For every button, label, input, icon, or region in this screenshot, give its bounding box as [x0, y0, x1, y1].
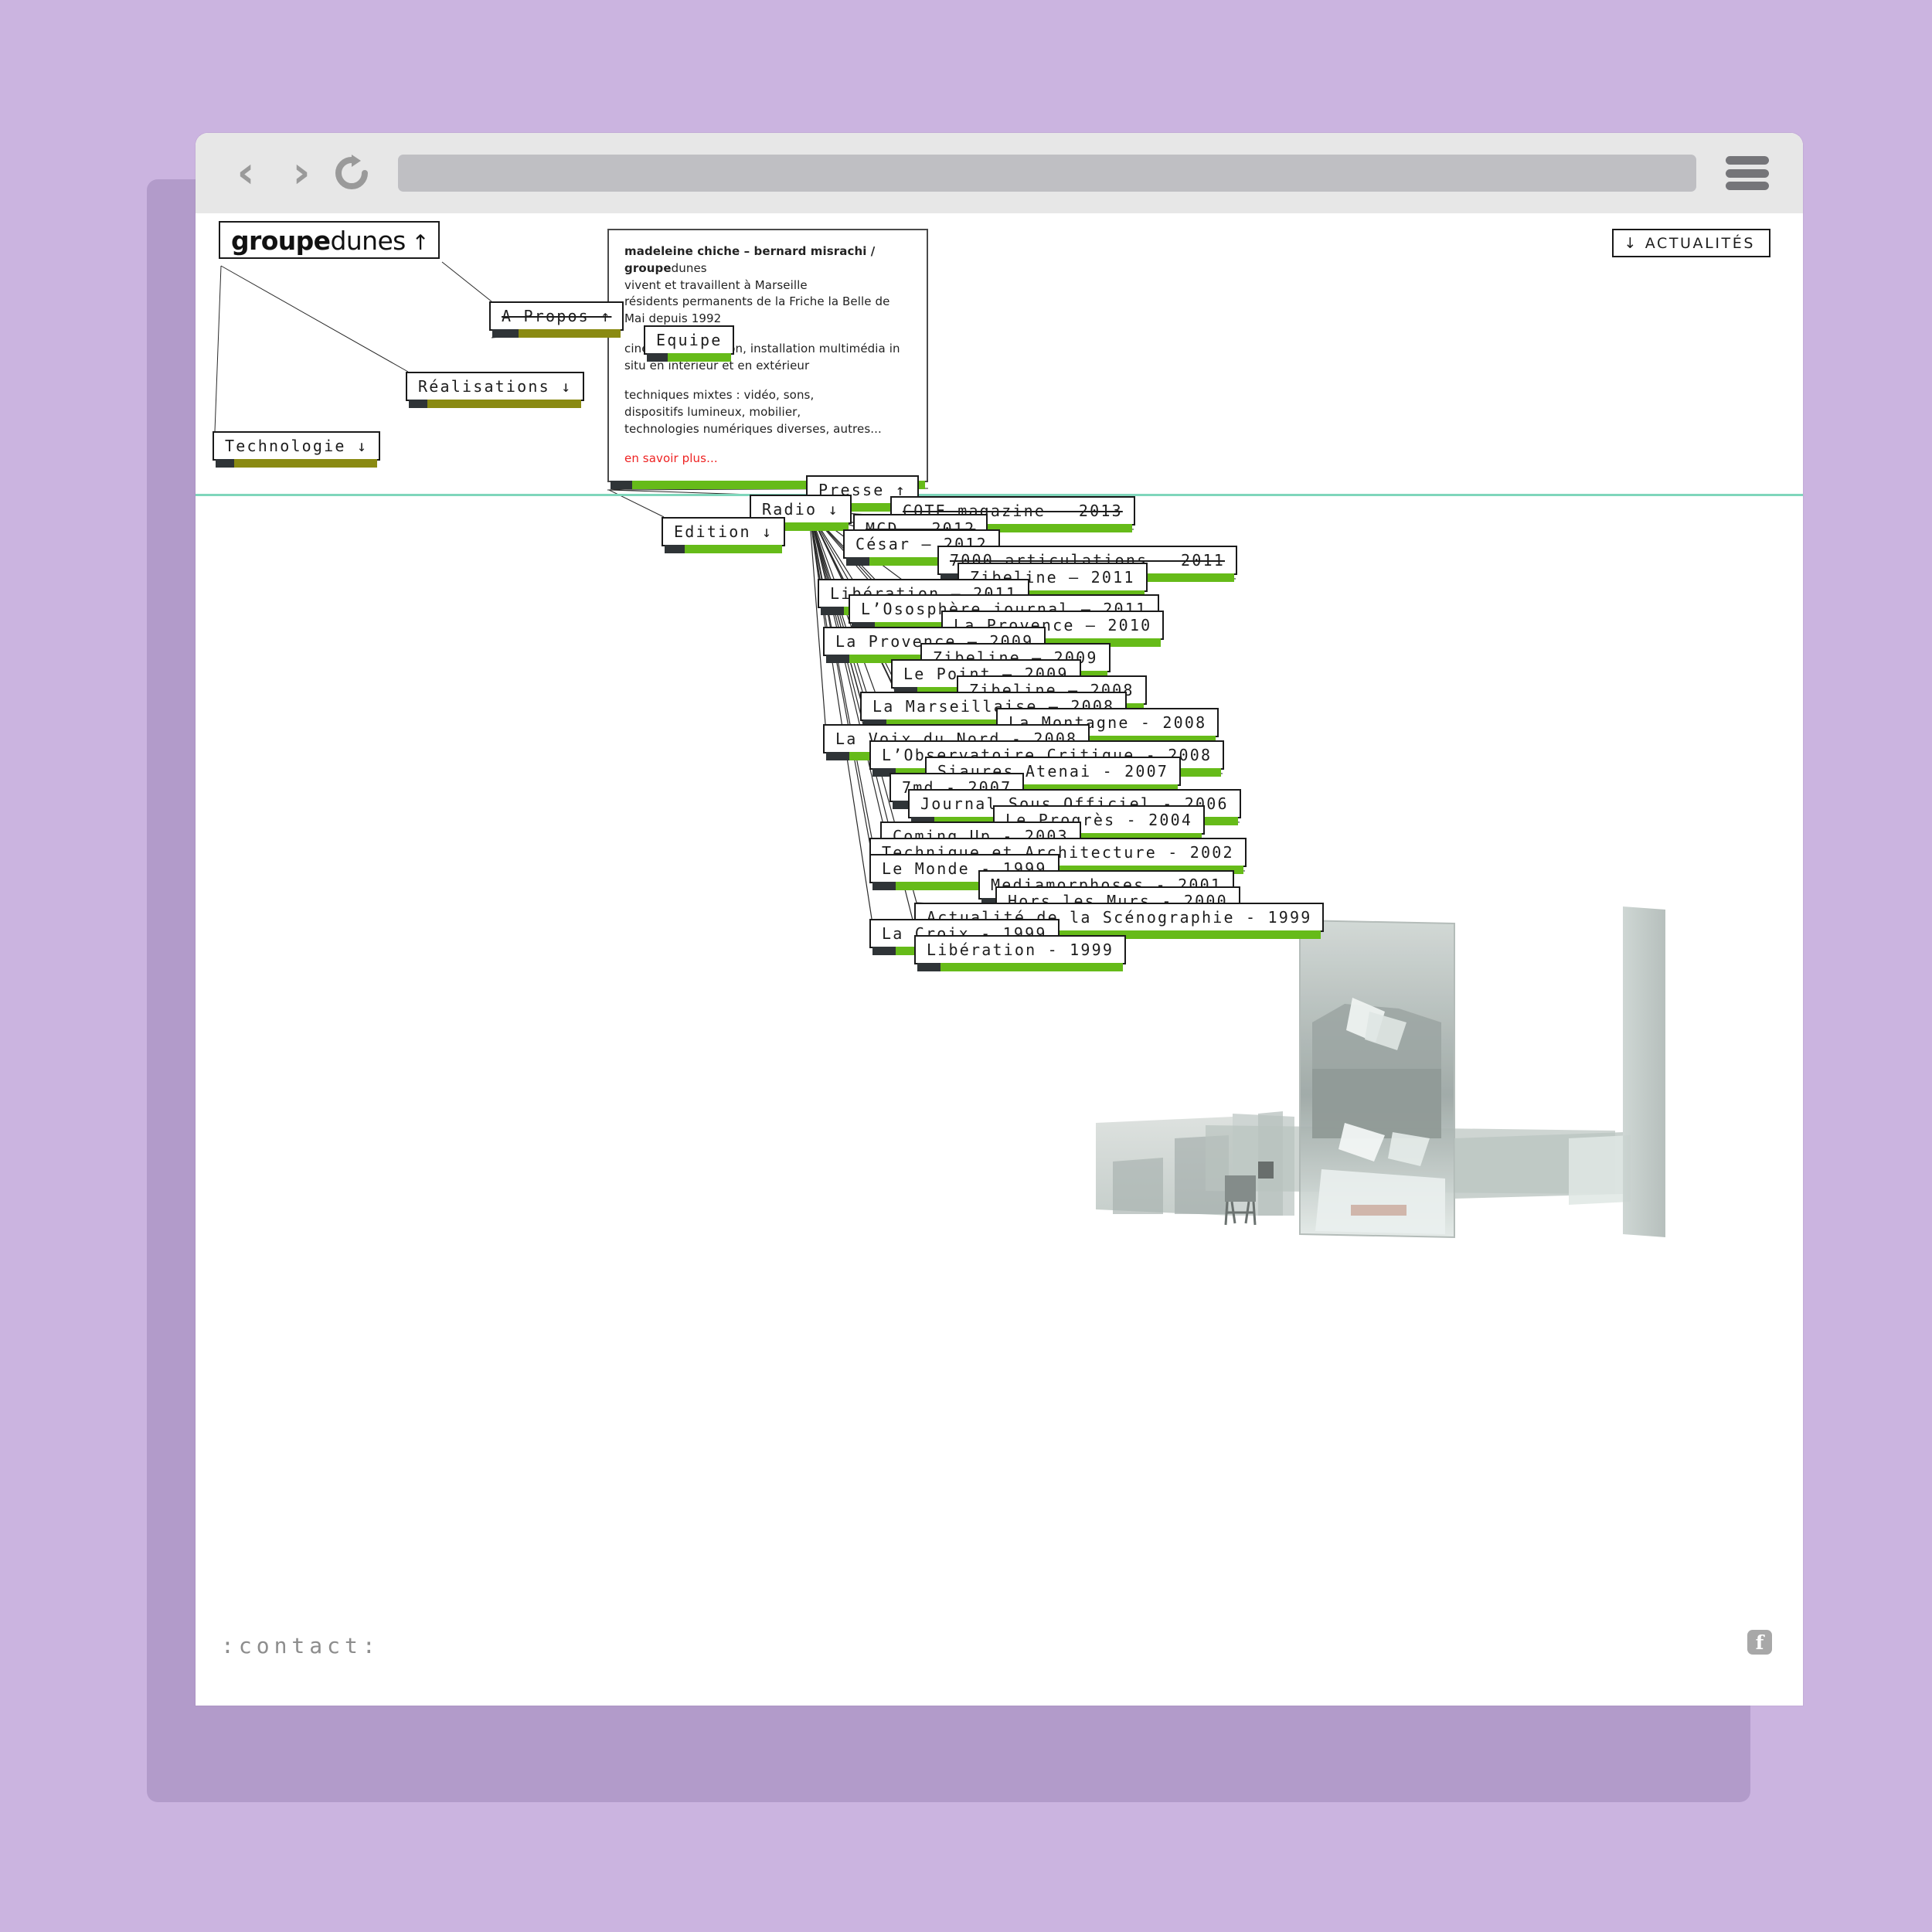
- site-logo[interactable]: groupedunes ↑: [219, 221, 440, 259]
- page-canvas: groupedunes ↑ ↓ ACTUALITÉS madeleine chic…: [196, 213, 1803, 1706]
- info-para-3-line-3: technologies numériques diverses, autres…: [624, 421, 882, 436]
- back-arrow-icon[interactable]: ‹: [228, 151, 264, 195]
- browser-chrome: ‹ ›: [196, 133, 1803, 213]
- actualites-label: ↓ ACTUALITÉS: [1624, 235, 1755, 252]
- nav-item-radio-label: Radio ↓: [762, 500, 839, 519]
- nav-item-technologie-underline-bar: [216, 459, 378, 468]
- actualites-underline-bar: [1615, 256, 1767, 264]
- en-savoir-plus-link[interactable]: en savoir plus...: [624, 451, 911, 468]
- logo-arrow-icon: ↑: [411, 231, 430, 255]
- info-line-2: vivent et travaillent à Marseille: [624, 277, 808, 292]
- installation-artwork-image: [1090, 906, 1665, 1239]
- nav-item-edition-label: Edition ↓: [674, 522, 774, 541]
- reload-icon[interactable]: [332, 153, 372, 193]
- hamburger-menu-icon[interactable]: [1726, 156, 1769, 190]
- nav-item-r-alisations-label: Réalisations ↓: [418, 377, 573, 396]
- nav-item-r-alisations[interactable]: Réalisations ↓: [406, 372, 585, 408]
- press-item-27-underline-bar: [917, 963, 1124, 971]
- nav-item-edition[interactable]: Edition ↓: [662, 517, 786, 553]
- nav-item-equipe-underline-bar: [647, 353, 732, 362]
- info-heading: madeleine chiche – bernard misrachi / gr…: [624, 243, 911, 277]
- info-para-3-line-1: techniques mixtes : vidéo, sons,: [624, 388, 815, 403]
- nav-item-a-propos[interactable]: A Propos ↑: [489, 301, 624, 338]
- logo-light: dunes: [330, 226, 406, 256]
- info-heading-light: dunes: [671, 260, 707, 275]
- nav-item-technologie[interactable]: Technologie ↓: [213, 431, 381, 468]
- nav-item-equipe-label: Equipe: [656, 331, 723, 349]
- nav-item-technologie-label: Technologie ↓: [225, 437, 369, 455]
- press-item-27[interactable]: Libération - 1999: [914, 935, 1127, 971]
- info-para-3-line-2: dispositifs lumineux, mobilier,: [624, 405, 801, 419]
- logo-text: groupedunes ↑: [231, 226, 429, 256]
- contact-link[interactable]: :contact:: [221, 1633, 380, 1658]
- press-item-27-label: Libération - 1999: [927, 940, 1114, 959]
- info-line-3: résidents permanents de la Friche la Bel…: [624, 294, 890, 325]
- forward-arrow-icon[interactable]: ›: [284, 151, 319, 195]
- actualites-button[interactable]: ↓ ACTUALITÉS: [1611, 229, 1770, 257]
- url-input[interactable]: [398, 155, 1696, 192]
- browser-window: ‹ › groupedunes ↑ ↓ ACTUALITÉS madeleine…: [196, 133, 1803, 1706]
- nav-item-r-alisations-underline-bar: [409, 400, 582, 408]
- info-heading-bold: madeleine chiche – bernard misrachi / gr…: [624, 244, 876, 275]
- logo-bold: groupe: [231, 226, 331, 256]
- nav-item-equipe[interactable]: Equipe: [644, 325, 735, 362]
- facebook-icon[interactable]: f: [1747, 1630, 1772, 1655]
- nav-item-edition-underline-bar: [665, 545, 783, 553]
- page-footer: :contact: f: [196, 1590, 1803, 1706]
- nav-item-a-propos-label: A Propos ↑: [502, 307, 612, 325]
- nav-item-a-propos-underline-bar: [492, 329, 621, 338]
